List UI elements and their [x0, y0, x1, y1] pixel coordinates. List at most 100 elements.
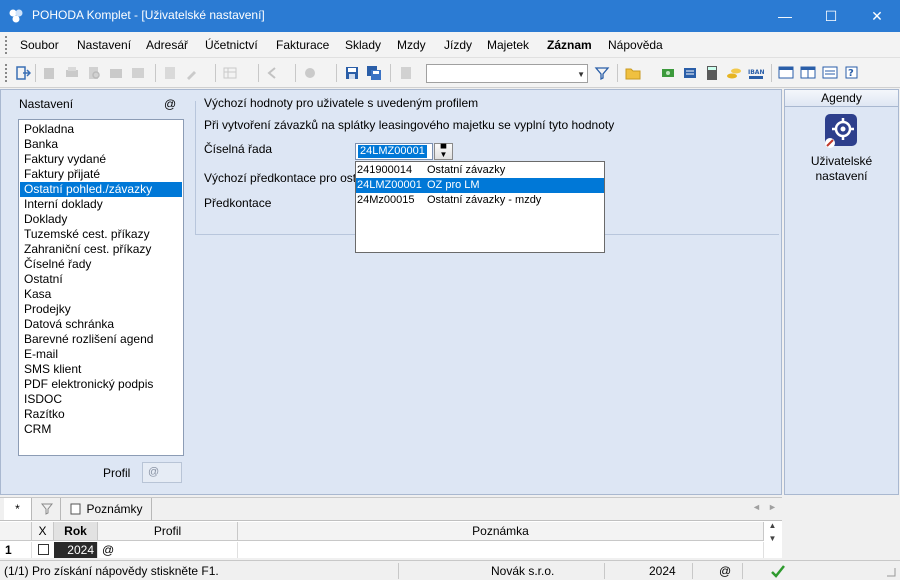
list-item[interactable]: Datová schránka	[20, 317, 182, 332]
row-checkbox[interactable]	[38, 544, 49, 555]
settings-gear-icon[interactable]	[302, 65, 318, 81]
column-header-profil[interactable]: Profil	[98, 522, 238, 541]
list-item[interactable]: Číselné řady	[20, 257, 182, 272]
window-title: POHODA Komplet - [Uživatelské nastavení]	[32, 8, 265, 22]
cell-poznamka[interactable]	[238, 542, 764, 558]
list-item[interactable]: CRM	[20, 422, 182, 437]
list-item[interactable]: SMS klient	[20, 362, 182, 377]
tab-star[interactable]: *	[4, 498, 32, 520]
grid-scrollbar[interactable]: ▲ ▼	[764, 521, 781, 558]
exit-icon[interactable]	[15, 65, 31, 81]
menu-fakturace[interactable]: Fakturace	[276, 38, 329, 52]
filter-icon	[40, 503, 53, 515]
list-item[interactable]: Kasa	[20, 287, 182, 302]
new-doc-icon[interactable]	[162, 65, 178, 81]
menu-majetek[interactable]: Majetek	[487, 38, 529, 52]
tab-filter[interactable]	[33, 498, 61, 520]
preview-icon[interactable]	[86, 65, 102, 81]
minimize-button[interactable]: —	[762, 0, 808, 32]
status-company: Novák s.r.o.	[491, 564, 555, 578]
notes-grid: X Rok Profil Poznámka 1 2024 @	[0, 520, 782, 558]
list-item[interactable]: Ostatní	[20, 272, 182, 287]
column-header-poznamka[interactable]: Poznámka	[238, 522, 764, 541]
list-item[interactable]: Faktury přijaté	[20, 167, 182, 182]
menu-napoveda[interactable]: Nápověda	[608, 38, 663, 52]
menu-zaznam[interactable]: Záznam	[547, 38, 592, 52]
ciselna-rada-dropdown-button[interactable]: ▀ ▼	[434, 143, 453, 160]
copy-record-icon[interactable]	[42, 65, 58, 81]
folder-icon[interactable]	[625, 65, 641, 81]
tabs-scroll-left-icon[interactable]: ◄	[752, 502, 761, 512]
list-item[interactable]: Banka	[20, 137, 182, 152]
quick-search-combo[interactable]: ▼	[426, 64, 588, 83]
menu-soubor[interactable]: Soubor	[20, 38, 59, 52]
menu-adresar[interactable]: Adresář	[146, 38, 188, 52]
window-layout-icon[interactable]	[778, 65, 794, 81]
print-icon[interactable]	[64, 65, 80, 81]
list-item[interactable]: Zahraniční cest. příkazy	[20, 242, 182, 257]
list-item[interactable]: Tuzemské cest. příkazy	[20, 227, 182, 242]
dropdown-option[interactable]: 241900014 Ostatní závazky	[356, 163, 604, 178]
list-item[interactable]: Pokladna	[20, 122, 182, 137]
export-icon[interactable]	[108, 65, 124, 81]
column-header-rok[interactable]: Rok	[54, 522, 98, 541]
cards-icon[interactable]	[682, 65, 698, 81]
dropdown-option-selected[interactable]: 24LMZ00001 OZ pro LM	[356, 178, 604, 193]
scroll-up-icon[interactable]: ▲	[764, 521, 781, 530]
save-icon[interactable]	[344, 65, 360, 81]
agenda-uzivatelske-nastaveni[interactable]: Uživatelské nastavení	[786, 154, 897, 184]
settings-list[interactable]: Pokladna Banka Faktury vydané Faktury př…	[18, 119, 184, 456]
calculator-icon[interactable]	[704, 65, 720, 81]
save-all-icon[interactable]	[366, 65, 382, 81]
back-arrow-icon[interactable]	[265, 65, 281, 81]
option-code: 24LMZ00001	[357, 179, 422, 191]
tabs-scroll-right-icon[interactable]: ►	[768, 502, 777, 512]
maximize-button[interactable]: ☐	[808, 0, 854, 32]
detail-heading: Výchozí hodnoty pro uživatele s uvedeným…	[204, 96, 483, 110]
send-icon[interactable]	[130, 65, 146, 81]
coins-icon[interactable]	[726, 65, 742, 81]
menu-sklady[interactable]: Sklady	[345, 38, 381, 52]
iban-icon[interactable]: IBAN	[748, 65, 764, 81]
list-item[interactable]: Barevné rozlišení agend	[20, 332, 182, 347]
list-item[interactable]: Doklady	[20, 212, 182, 227]
tab-poznamky[interactable]: Poznámky	[62, 498, 152, 520]
cell-profil[interactable]: @	[102, 542, 238, 558]
scroll-down-icon[interactable]: ▼	[764, 534, 781, 543]
list-item[interactable]: Prodejky	[20, 302, 182, 317]
menu-mzdy[interactable]: Mzdy	[397, 38, 426, 52]
money-icon[interactable]	[660, 65, 676, 81]
list-item[interactable]: PDF elektronický podpis	[20, 377, 182, 392]
list-item[interactable]: ISDOC	[20, 392, 182, 407]
resize-grip-icon[interactable]	[885, 566, 897, 578]
window-split-icon[interactable]	[800, 65, 816, 81]
dropdown-option[interactable]: 24Mz00015 Ostatní závazky - mzdy	[356, 193, 604, 208]
option-name: Ostatní závazky - mzdy	[427, 194, 542, 206]
title-bar: POHODA Komplet - [Uživatelské nastavení]…	[0, 0, 900, 32]
ciselna-rada-combo[interactable]: 24LMZ00001	[355, 143, 433, 160]
close-button[interactable]: ✕	[854, 0, 900, 32]
menu-jizdy[interactable]: Jízdy	[444, 38, 472, 52]
list-item[interactable]: E-mail	[20, 347, 182, 362]
clipboard-icon[interactable]	[398, 65, 414, 81]
help-icon[interactable]: ?	[845, 65, 861, 81]
list-item[interactable]: Razítko	[20, 407, 182, 422]
profil-label: Profil	[103, 466, 131, 480]
column-header-x[interactable]: X	[32, 522, 54, 541]
list-item[interactable]: Faktury vydané	[20, 152, 182, 167]
grid-corner	[0, 522, 32, 541]
pohoda-app-icon	[9, 9, 23, 23]
profil-field: @	[142, 462, 182, 483]
user-settings-icon[interactable]	[823, 112, 859, 148]
ciselna-rada-dropdown-list[interactable]: 241900014 Ostatní závazky 24LMZ00001 OZ …	[355, 161, 605, 253]
menu-ucetnictvi[interactable]: Účetnictví	[205, 38, 258, 52]
agendy-pane	[784, 89, 899, 495]
tools-icon[interactable]	[184, 65, 200, 81]
menu-nastaveni[interactable]: Nastavení	[77, 38, 131, 52]
window-list-icon[interactable]	[822, 65, 838, 81]
table-icon[interactable]	[222, 65, 238, 81]
list-item-selected[interactable]: Ostatní pohled./závazky	[20, 182, 182, 197]
filter-icon[interactable]	[594, 65, 610, 81]
cell-rok[interactable]: 2024	[54, 542, 98, 558]
list-item[interactable]: Interní doklady	[20, 197, 182, 212]
